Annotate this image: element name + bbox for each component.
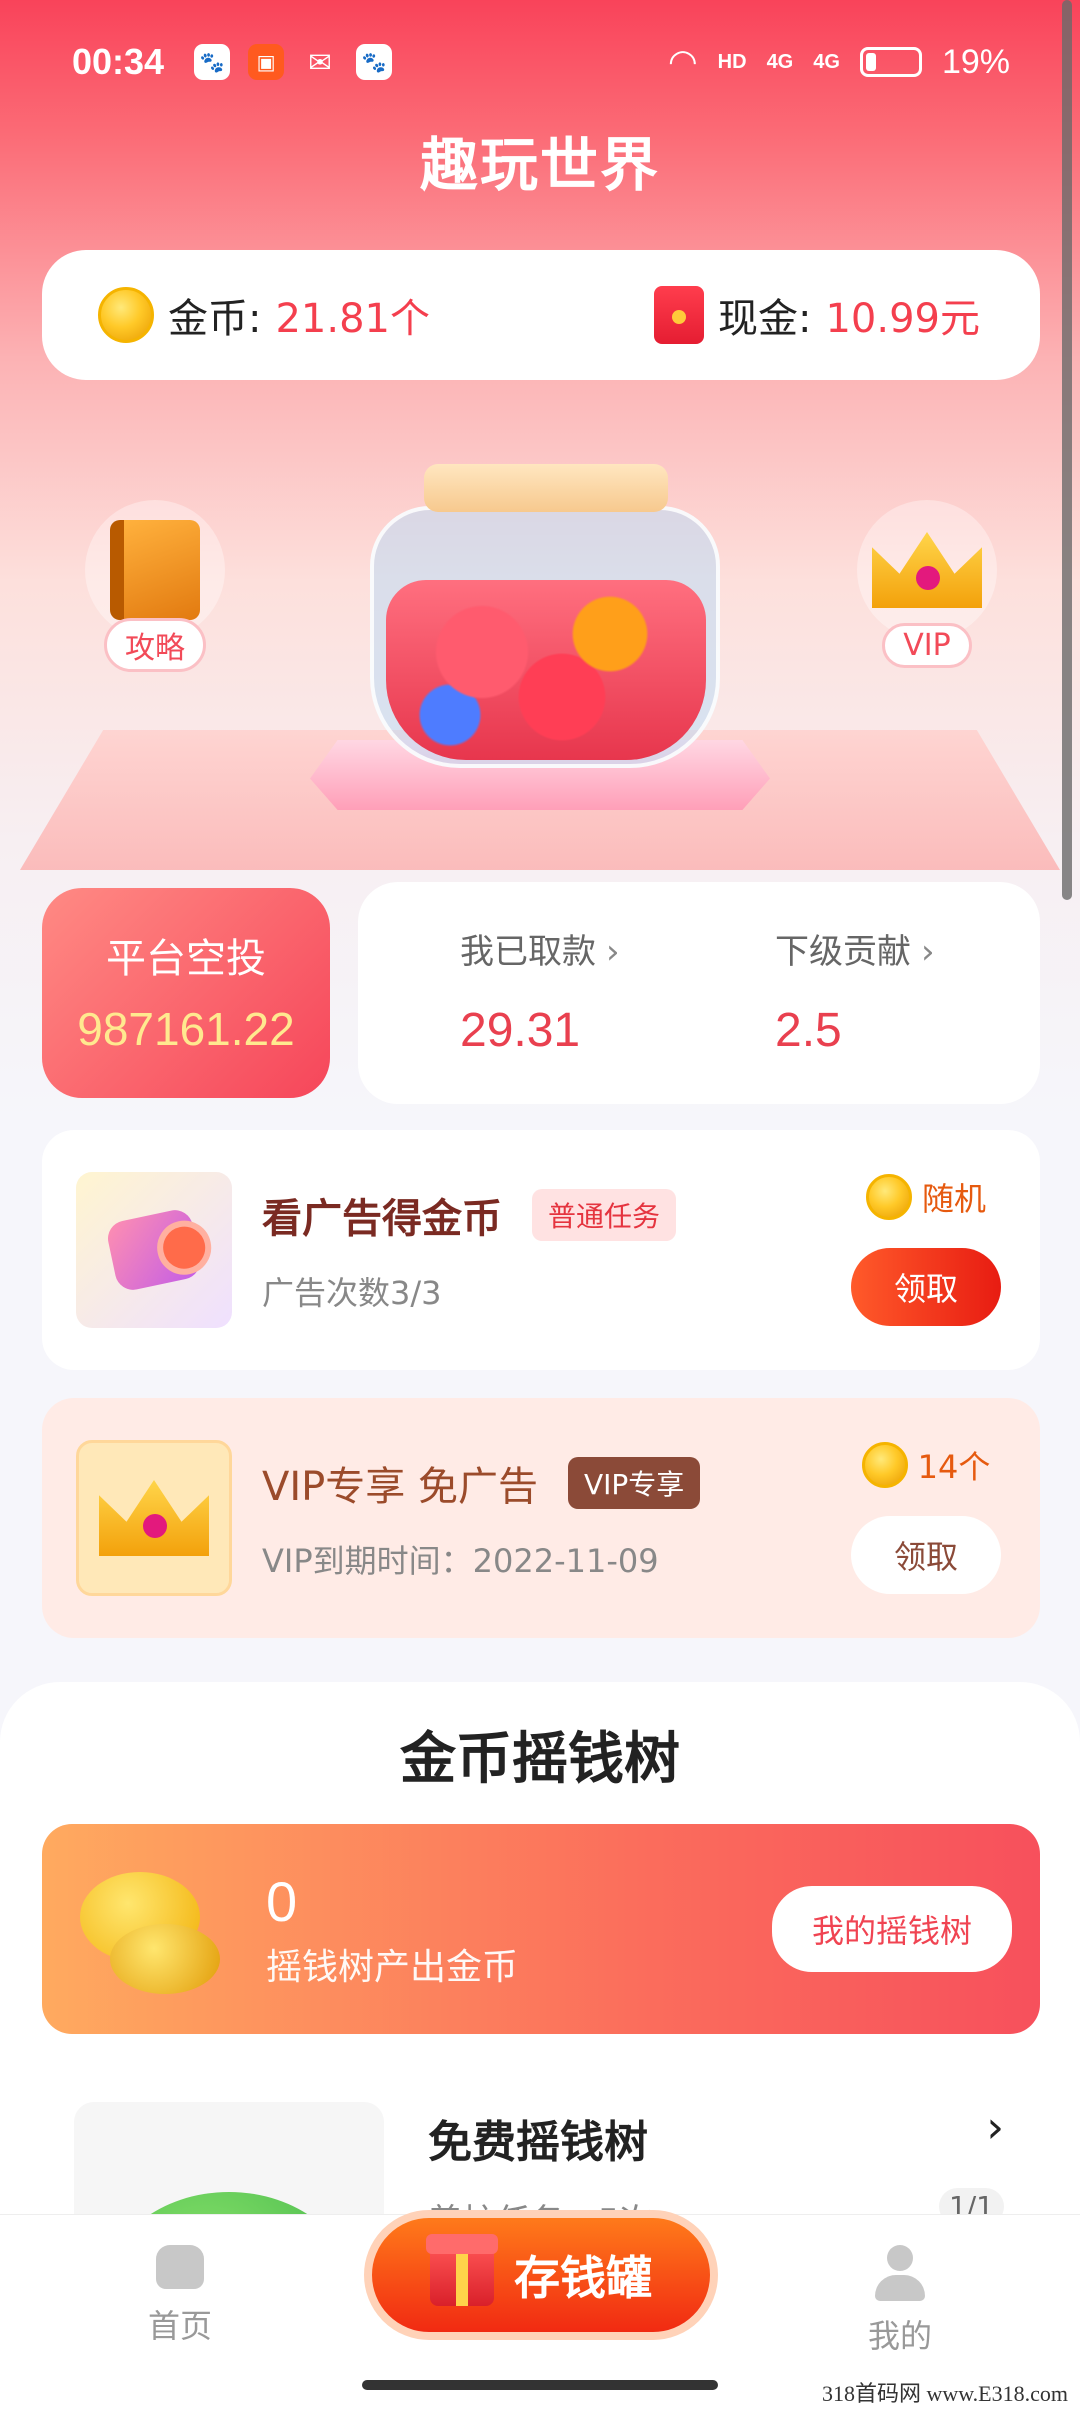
vip-task-tag: VIP专享 bbox=[568, 1457, 701, 1509]
guide-button[interactable]: 攻略 bbox=[80, 500, 230, 672]
money-jar-image[interactable] bbox=[370, 506, 720, 768]
baidu-icon: 🐾 bbox=[194, 44, 231, 80]
hd-icon: HD bbox=[717, 50, 747, 73]
ad-task-claim-button[interactable]: 领取 bbox=[851, 1248, 1001, 1326]
cash-label: 现金: bbox=[718, 296, 812, 342]
ad-task-tag: 普通任务 bbox=[532, 1189, 677, 1241]
contribution-stat[interactable]: 下级贡献 › 2.5 bbox=[725, 924, 1040, 1104]
platform-airdrop-card[interactable]: 平台空投 987161.22 bbox=[42, 888, 330, 1098]
contribution-label: 下级贡献 bbox=[775, 932, 911, 972]
piggy-jar-hero: 攻略 VIP bbox=[0, 440, 1080, 880]
nav-mine-label: 我的 bbox=[867, 2317, 932, 2355]
coin-icon bbox=[861, 1442, 908, 1488]
wifi-icon: ◠ bbox=[668, 43, 698, 81]
nav-home-label: 首页 bbox=[147, 2307, 212, 2345]
vip-task-reward: 14个 bbox=[861, 1442, 991, 1488]
money-tree-banner: 0 摇钱树产出金币 我的摇钱树 bbox=[42, 1824, 1040, 2034]
withdrawn-stat[interactable]: 我已取款 › 29.31 bbox=[358, 924, 725, 1104]
money-tree-title: 金币摇钱树 bbox=[400, 1727, 680, 1792]
vip-circle bbox=[857, 500, 997, 640]
jar-lid bbox=[424, 464, 668, 512]
vip-label: VIP bbox=[882, 623, 972, 668]
vip-task-title: VIP专享 免广告 bbox=[262, 1464, 538, 1510]
baidu-icon: 🐾 bbox=[356, 44, 393, 80]
battery-percent: 19% bbox=[941, 42, 1010, 81]
vip-expiry: VIP到期时间：2022-11-09 bbox=[262, 1542, 659, 1580]
balance-card: 金币: 21.81个 现金: 10.99元 bbox=[42, 250, 1040, 380]
app-notification-icon: ▣ bbox=[248, 44, 285, 80]
jar-contents bbox=[386, 580, 706, 760]
free-tree-title: 免费摇钱树 bbox=[428, 2117, 648, 2168]
piggy-bank-button[interactable]: 存钱罐 bbox=[364, 2210, 718, 2340]
withdrawn-value: 29.31 bbox=[460, 1004, 581, 1057]
contribution-value: 2.5 bbox=[775, 1004, 842, 1057]
stats-card: 我已取款 › 29.31 下级贡献 › 2.5 bbox=[358, 882, 1040, 1104]
my-money-tree-button[interactable]: 我的摇钱树 bbox=[771, 1886, 1012, 1972]
wechat-icon: ✉ bbox=[308, 45, 332, 79]
guide-label: 攻略 bbox=[104, 618, 206, 672]
ad-task-count: 广告次数3/3 bbox=[262, 1274, 442, 1312]
chevron-right-icon: › bbox=[921, 932, 935, 972]
status-time: 00:34 bbox=[72, 41, 165, 82]
book-icon bbox=[110, 520, 200, 620]
vip-task-thumbnail bbox=[76, 1440, 232, 1596]
vip-task-claim-button[interactable]: 领取 bbox=[851, 1516, 1001, 1594]
notification-icons: 🐾 ▣ ✉ 🐾 bbox=[194, 44, 393, 80]
coin-icon bbox=[98, 287, 154, 343]
ad-task-card: 看广告得金币 普通任务 广告次数3/3 随机 领取 bbox=[42, 1130, 1040, 1370]
vip-task-card: VIP专享 免广告 VIP专享 VIP到期时间：2022-11-09 14个 领… bbox=[42, 1398, 1040, 1638]
coin-icon bbox=[865, 1174, 912, 1220]
home-icon bbox=[156, 2245, 204, 2289]
signal-4g-icon: 4G bbox=[813, 50, 840, 73]
withdrawn-label: 我已取款 bbox=[460, 932, 596, 972]
chevron-right-icon: › bbox=[606, 932, 620, 972]
camera-icon bbox=[104, 1206, 204, 1294]
nav-home[interactable]: 首页 bbox=[0, 2215, 360, 2412]
battery-icon bbox=[859, 47, 922, 77]
status-bar: 00:34 🐾 ▣ ✉ 🐾 ◠ HD 4G 4G 19% bbox=[0, 0, 1080, 124]
cash-value: 10.99元 bbox=[825, 296, 980, 342]
red-packet-icon bbox=[654, 286, 704, 344]
home-indicator[interactable] bbox=[362, 2380, 718, 2390]
vip-button[interactable]: VIP bbox=[852, 500, 1002, 668]
ad-task-reward-text: 随机 bbox=[921, 1180, 986, 1218]
piggy-bank-label: 存钱罐 bbox=[514, 2251, 652, 2305]
page-title: 趣玩世界 bbox=[419, 131, 660, 199]
chevron-right-icon: › bbox=[986, 2102, 1004, 2153]
user-icon bbox=[875, 2245, 925, 2301]
airdrop-label: 平台空投 bbox=[106, 936, 266, 982]
signal-4g-icon: 4G bbox=[766, 50, 794, 73]
coins-icon bbox=[70, 1854, 220, 2004]
coin-value: 21.81个 bbox=[275, 296, 430, 342]
vip-task-reward-text: 14个 bbox=[917, 1448, 991, 1486]
tree-coin-label: 摇钱树产出金币 bbox=[266, 1946, 519, 1988]
ad-task-thumbnail bbox=[76, 1172, 232, 1328]
ad-task-reward: 随机 bbox=[865, 1174, 986, 1220]
watermark: 318首码网 www.E318.com bbox=[821, 2381, 1068, 2406]
crown-icon bbox=[872, 532, 982, 608]
coin-label: 金币: bbox=[168, 296, 262, 342]
status-right: ◠ HD 4G 4G 19% bbox=[668, 42, 1010, 82]
airdrop-value: 987161.22 bbox=[77, 1003, 295, 1055]
battery-fill bbox=[865, 53, 876, 71]
ad-task-title: 看广告得金币 bbox=[262, 1196, 502, 1242]
tree-coin-count: 0 bbox=[266, 1869, 298, 1933]
coin-balance: 金币: 21.81个 bbox=[98, 286, 430, 344]
crown-icon bbox=[99, 1480, 209, 1556]
cash-balance: 现金: 10.99元 bbox=[654, 286, 980, 344]
gift-icon bbox=[426, 2234, 498, 2306]
